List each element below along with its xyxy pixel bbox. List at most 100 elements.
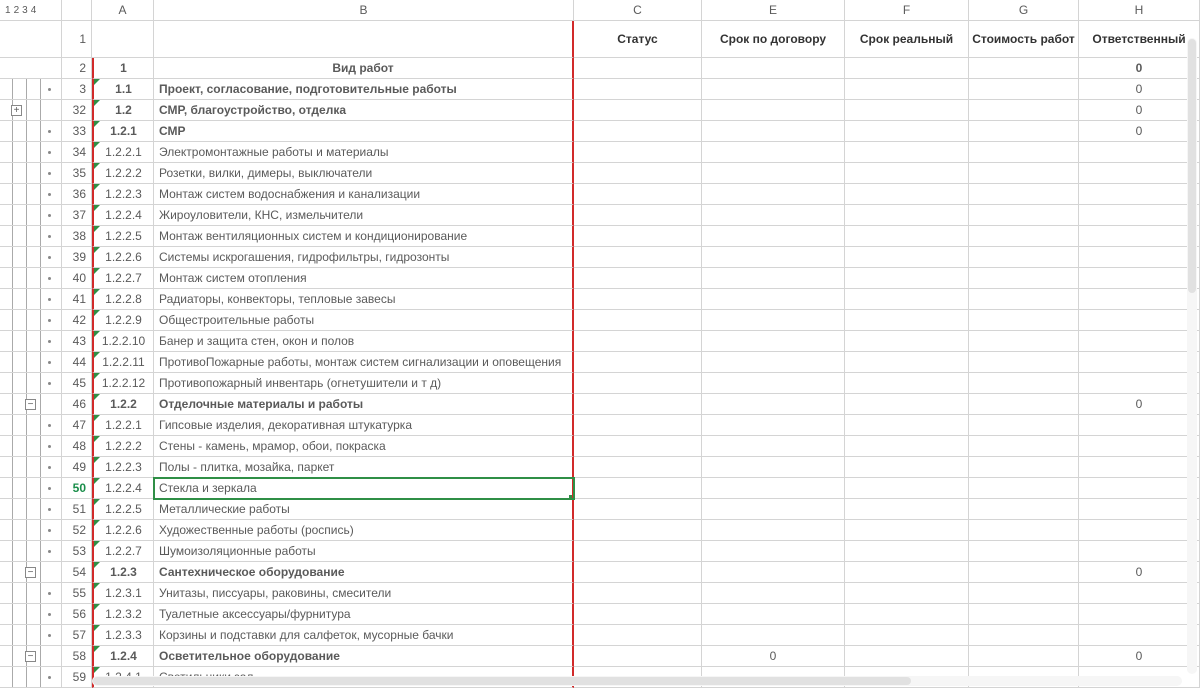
cell-A42[interactable]: 1.2.2.9 (92, 310, 154, 331)
cell-F32[interactable] (845, 100, 969, 121)
row-head-48[interactable]: 48 (62, 436, 92, 457)
row-head-40[interactable]: 40 (62, 268, 92, 289)
corner-cell[interactable] (62, 0, 92, 21)
cell-F54[interactable] (845, 562, 969, 583)
cell-E43[interactable] (702, 331, 845, 352)
cell-H49[interactable] (1079, 457, 1200, 478)
cell-E38[interactable] (702, 226, 845, 247)
cell-B47[interactable]: Гипсовые изделия, декоративная штукатурк… (154, 415, 574, 436)
cell-F36[interactable] (845, 184, 969, 205)
cell-A44[interactable]: 1.2.2.11 (92, 352, 154, 373)
cell-G40[interactable] (969, 268, 1079, 289)
cell-G41[interactable] (969, 289, 1079, 310)
cell-C40[interactable] (574, 268, 702, 289)
cell-B2[interactable]: Вид работ (154, 58, 574, 79)
cell-A46[interactable]: 1.2.2 (92, 394, 154, 415)
outline-gutter[interactable]: − (0, 394, 62, 415)
cell-A39[interactable]: 1.2.2.6 (92, 247, 154, 268)
cell-F46[interactable] (845, 394, 969, 415)
cell-G57[interactable] (969, 625, 1079, 646)
cell-H43[interactable] (1079, 331, 1200, 352)
cell-H45[interactable] (1079, 373, 1200, 394)
outline-gutter[interactable] (0, 310, 62, 331)
cell-F41[interactable] (845, 289, 969, 310)
cell-G45[interactable] (969, 373, 1079, 394)
cell-E58[interactable]: 0 (702, 646, 845, 667)
cell-B39[interactable]: Системы искрогашения, гидрофильтры, гидр… (154, 247, 574, 268)
cell-B51[interactable]: Металлические работы (154, 499, 574, 520)
cell-C46[interactable] (574, 394, 702, 415)
outline-gutter[interactable] (0, 541, 62, 562)
cell-G1[interactable]: Стоимость работ (969, 21, 1079, 58)
outline-gutter[interactable] (0, 247, 62, 268)
cell-G2[interactable] (969, 58, 1079, 79)
cell-G50[interactable] (969, 478, 1079, 499)
cell-H53[interactable] (1079, 541, 1200, 562)
cell-E39[interactable] (702, 247, 845, 268)
cell-A57[interactable]: 1.2.3.3 (92, 625, 154, 646)
cell-B45[interactable]: Противопожарный инвентарь (огнетушители … (154, 373, 574, 394)
cell-E32[interactable] (702, 100, 845, 121)
outline-gutter[interactable] (0, 520, 62, 541)
outline-gutter[interactable] (0, 415, 62, 436)
cell-B41[interactable]: Радиаторы, конвекторы, тепловые завесы (154, 289, 574, 310)
outline-gutter[interactable] (0, 373, 62, 394)
col-head-C[interactable]: C (574, 0, 702, 21)
cell-A51[interactable]: 1.2.2.5 (92, 499, 154, 520)
cell-F2[interactable] (845, 58, 969, 79)
cell-F39[interactable] (845, 247, 969, 268)
cell-C35[interactable] (574, 163, 702, 184)
cell-B53[interactable]: Шумоизоляционные работы (154, 541, 574, 562)
cell-H34[interactable] (1079, 142, 1200, 163)
outline-gutter[interactable] (0, 667, 62, 688)
cell-C50[interactable] (574, 478, 702, 499)
cell-B34[interactable]: Электромонтажные работы и материалы (154, 142, 574, 163)
cell-E49[interactable] (702, 457, 845, 478)
cell-C38[interactable] (574, 226, 702, 247)
outline-gutter[interactable] (0, 625, 62, 646)
cell-B38[interactable]: Монтаж вентиляционных систем и кондицион… (154, 226, 574, 247)
cell-G48[interactable] (969, 436, 1079, 457)
cell-E54[interactable] (702, 562, 845, 583)
cell-H2[interactable]: 0 (1079, 58, 1200, 79)
row-head-46[interactable]: 46 (62, 394, 92, 415)
row-head-1[interactable]: 1 (62, 21, 92, 58)
row-head-53[interactable]: 53 (62, 541, 92, 562)
row-head-50[interactable]: 50 (62, 478, 92, 499)
col-head-F[interactable]: F (845, 0, 969, 21)
outline-gutter[interactable] (0, 457, 62, 478)
cell-C58[interactable] (574, 646, 702, 667)
outline-gutter[interactable] (0, 331, 62, 352)
col-head-E[interactable]: E (702, 0, 845, 21)
cell-A34[interactable]: 1.2.2.1 (92, 142, 154, 163)
cell-H1[interactable]: Ответственный (1079, 21, 1200, 58)
outline-gutter[interactable] (0, 121, 62, 142)
row-head-34[interactable]: 34 (62, 142, 92, 163)
row-head-54[interactable]: 54 (62, 562, 92, 583)
cell-C49[interactable] (574, 457, 702, 478)
cell-F51[interactable] (845, 499, 969, 520)
cell-F57[interactable] (845, 625, 969, 646)
cell-C32[interactable] (574, 100, 702, 121)
cell-E41[interactable] (702, 289, 845, 310)
cell-E34[interactable] (702, 142, 845, 163)
cell-E2[interactable] (702, 58, 845, 79)
cell-B50[interactable]: Стекла и зеркала (154, 478, 574, 499)
cell-C56[interactable] (574, 604, 702, 625)
cell-B40[interactable]: Монтаж систем отопления (154, 268, 574, 289)
cell-B32[interactable]: СМР, благоустройство, отделка (154, 100, 574, 121)
cell-G53[interactable] (969, 541, 1079, 562)
outline-gutter[interactable]: − (0, 646, 62, 667)
col-head-A[interactable]: A (92, 0, 154, 21)
cell-H40[interactable] (1079, 268, 1200, 289)
cell-F52[interactable] (845, 520, 969, 541)
cell-H32[interactable]: 0 (1079, 100, 1200, 121)
cell-C43[interactable] (574, 331, 702, 352)
cell-H35[interactable] (1079, 163, 1200, 184)
cell-G34[interactable] (969, 142, 1079, 163)
cell-B57[interactable]: Корзины и подставки для салфеток, мусорн… (154, 625, 574, 646)
vertical-scrollbar[interactable] (1187, 38, 1197, 674)
row-head-41[interactable]: 41 (62, 289, 92, 310)
cell-C52[interactable] (574, 520, 702, 541)
cell-B58[interactable]: Осветительное оборудование (154, 646, 574, 667)
